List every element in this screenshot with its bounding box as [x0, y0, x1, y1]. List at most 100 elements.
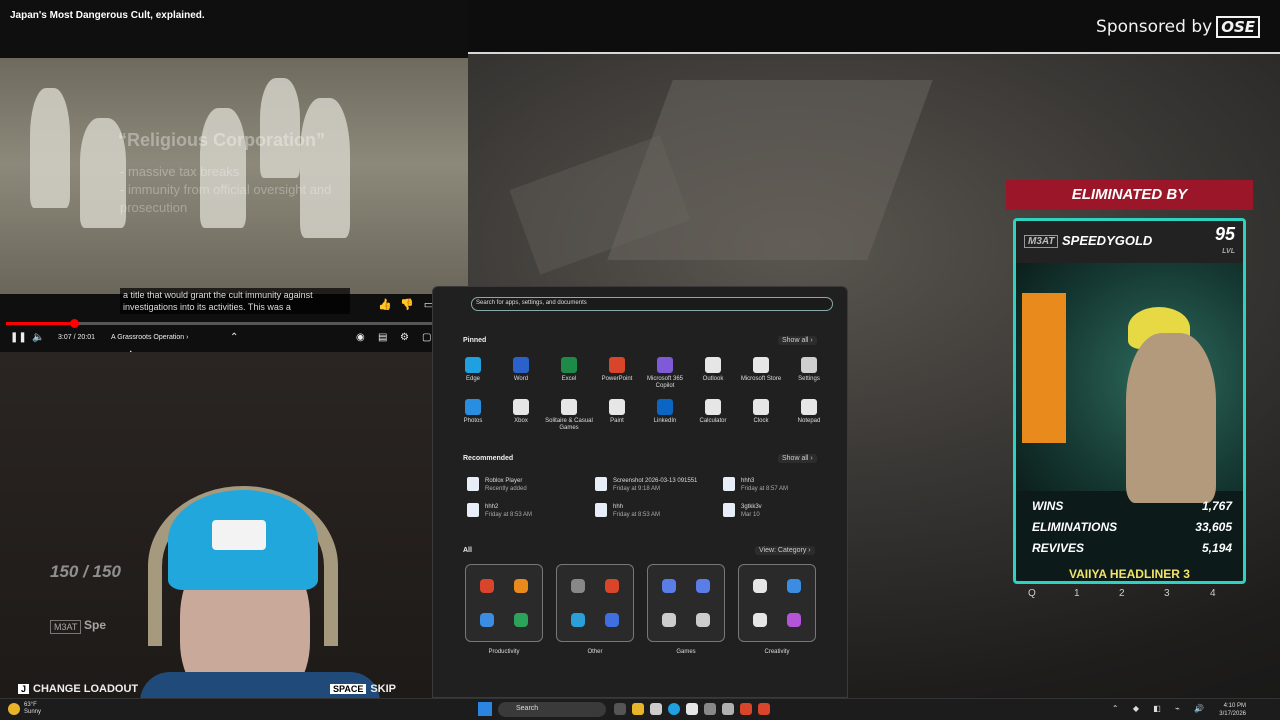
character-art [1016, 263, 1243, 503]
pinned-app[interactable]: Photos [449, 399, 497, 425]
skip-prompt[interactable]: SPACE SKIP [330, 683, 396, 695]
taskbar-clock[interactable]: 4:10 PM 3/17/2026 [1219, 702, 1246, 718]
pinned-app[interactable]: Xbox [497, 399, 545, 425]
pinned-app-label: Outlook [702, 376, 724, 382]
pinned-app[interactable]: Clock [737, 399, 785, 425]
recommended-item[interactable]: hhh3 Friday at 8:57 AM [723, 477, 788, 493]
change-loadout-prompt[interactable]: J CHANGE LOADOUT [18, 683, 138, 695]
skip-key: SPACE [330, 684, 367, 694]
volume-icon[interactable]: 🔈 [32, 332, 44, 343]
recommended-item-text: 3gtkk3v Mar 10 [741, 503, 762, 519]
taskbar-app-icon[interactable] [704, 703, 716, 715]
pinned-app[interactable]: Solitaire & Casual Games [545, 399, 593, 432]
taskbar-search[interactable]: Search [498, 702, 606, 717]
pinned-app-label: Xbox [514, 418, 528, 424]
gear-icon[interactable]: ⚙ [400, 332, 409, 343]
paint-icon [609, 399, 625, 415]
weather-widget[interactable]: 63°F Sunny [24, 702, 41, 716]
file-explorer-icon[interactable] [632, 703, 644, 715]
pinned-app[interactable]: Microsoft 365 Copilot [641, 357, 689, 390]
store-icon[interactable] [686, 703, 698, 715]
edge-icon[interactable] [668, 703, 680, 715]
video-controls: ❚❚ 🔈 3:07 / 20:01 A Grassroots Operation… [0, 330, 468, 348]
pinned-app-label: Excel [561, 376, 577, 382]
excel-icon [561, 357, 577, 373]
chevron-up-icon[interactable]: ⌃ [230, 332, 238, 343]
folder-app-icon [787, 579, 801, 593]
eliminator-tag: M3AT [1024, 235, 1059, 248]
pinned-app[interactable]: LinkedIn [641, 399, 689, 425]
app-folder-label: Productivity [488, 649, 520, 655]
taskbar-app-icon[interactable] [650, 703, 662, 715]
pinned-app[interactable]: Calculator [689, 399, 737, 425]
pinned-app-label: LinkedIn [653, 418, 677, 424]
pinned-app[interactable]: Microsoft Store [737, 357, 785, 383]
pinned-show-all-button[interactable]: Show all › [778, 336, 817, 345]
word-icon [513, 357, 529, 373]
windows-start-button[interactable] [478, 702, 492, 716]
stat-row: ELIMINATIONS 33,605 [1032, 520, 1232, 534]
taskbar: 63°F Sunny Search ⌃ ◆ ◧ ⌁ 🔊 4:10 PM 3/17/2… [0, 698, 1280, 720]
pause-icon[interactable]: ❚❚ [10, 332, 27, 343]
start-search-input[interactable]: Search for apps, settings, and documents [471, 297, 833, 311]
app-folder[interactable] [738, 564, 816, 642]
like-icon[interactable]: 👍 [378, 298, 392, 311]
dislike-icon[interactable]: 👎 [400, 298, 414, 311]
app-folder[interactable] [647, 564, 725, 642]
app-folder[interactable] [465, 564, 543, 642]
pinned-app[interactable]: Notepad [785, 399, 833, 425]
slot-key: Q [1028, 588, 1036, 599]
recommended-item[interactable]: hhh Friday at 8:53 AM [595, 503, 660, 519]
file-icon [467, 503, 479, 517]
pinned-app[interactable]: PowerPoint [593, 357, 641, 383]
recommended-item[interactable]: Screenshot 2026-03-13 091551 Friday at 9:… [595, 477, 697, 493]
recommended-item[interactable]: Roblox Player Recently added [467, 477, 527, 493]
stat-row: REVIVES 5,194 [1032, 541, 1232, 555]
folder-app-icon [480, 613, 494, 627]
pinned-app-label: Paint [610, 418, 624, 424]
eliminator-card: M3AT SPEEDYGOLD 95 LVL WINS 1,767 ELIMINAT… [1013, 218, 1246, 584]
weather-icon[interactable] [8, 703, 20, 715]
recommended-item-title: hhh [613, 504, 624, 510]
brave-icon[interactable] [740, 703, 752, 715]
video-progress-handle[interactable] [70, 319, 80, 328]
slot-key: 2 [1119, 588, 1125, 599]
app-folder[interactable] [556, 564, 634, 642]
autoplay-toggle-icon[interactable]: ◉ [356, 332, 365, 343]
video-player[interactable]: Japan's Most Dangerous Cult, explained. … [0, 0, 468, 352]
folder-app-icon [753, 613, 767, 627]
view-category-button[interactable]: View: Category › [755, 546, 815, 555]
video-time: 3:07 / 20:01 [58, 334, 95, 341]
task-view-icon[interactable] [614, 703, 626, 715]
taskbar-app-icon[interactable] [722, 703, 734, 715]
app-folder-label: Creativity [764, 649, 790, 655]
recommended-item-title: 3gtkk3v [741, 504, 762, 510]
beanie-patch [212, 520, 266, 550]
pinned-app[interactable]: Edge [449, 357, 497, 383]
pinned-app[interactable]: Settings [785, 357, 833, 383]
folder-app-icon [662, 579, 676, 593]
video-overlay-bullet: prosecution [120, 200, 188, 215]
recommended-item[interactable]: 3gtkk3v Mar 10 [723, 503, 762, 519]
pinned-app[interactable]: Excel [545, 357, 593, 383]
pinned-app[interactable]: Word [497, 357, 545, 383]
video-progress-bar[interactable] [6, 319, 462, 328]
folder-app-icon [605, 579, 619, 593]
sponsor-logo: OSE [1216, 16, 1260, 38]
recommended-item-subtitle: Recently added [485, 486, 527, 492]
pinned-app-label: Photos [463, 418, 483, 424]
miniplayer-icon[interactable]: ▢ [422, 332, 431, 343]
pinned-app[interactable]: Paint [593, 399, 641, 425]
video-chapter[interactable]: A Grassroots Operation › [111, 334, 188, 341]
taskbar-app-icon[interactable] [758, 703, 770, 715]
recommended-show-all-button[interactable]: Show all › [778, 454, 817, 463]
calculator-icon [705, 399, 721, 415]
pinned-app[interactable]: Outlook [689, 357, 737, 383]
recommended-item[interactable]: hhh2 Friday at 8:53 AM [467, 503, 532, 519]
subtitles-icon[interactable]: ▤ [378, 332, 387, 343]
video-title[interactable]: Japan's Most Dangerous Cult, explained. [10, 10, 205, 21]
pinned-app-label: Microsoft 365 Copilot [646, 376, 683, 389]
pinned-app-label: Settings [798, 376, 820, 382]
pinned-app-label: PowerPoint [601, 376, 633, 382]
system-tray[interactable]: ⌃ ◆ ◧ ⌁ 🔊 [1112, 704, 1210, 713]
